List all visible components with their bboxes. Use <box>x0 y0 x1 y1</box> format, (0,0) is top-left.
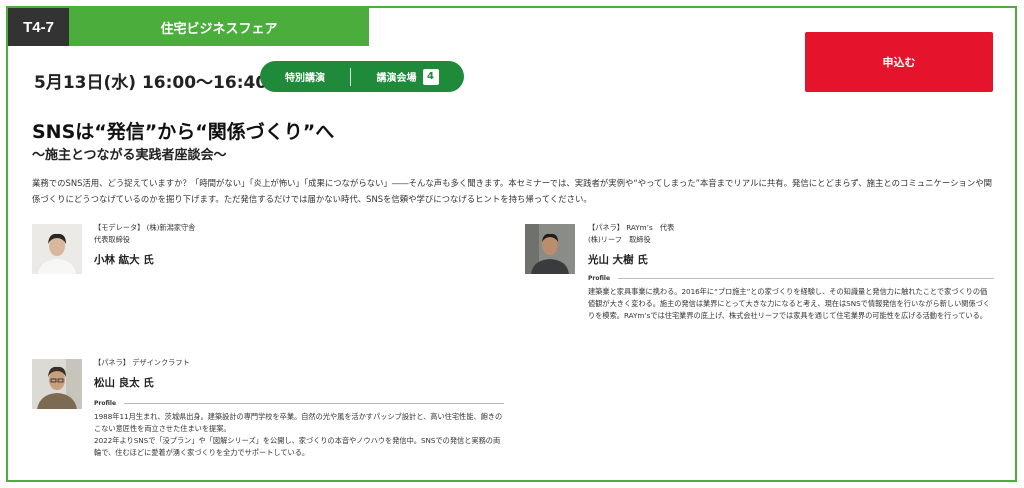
apply-button[interactable]: 申込む <box>805 32 993 92</box>
fair-name-badge: 住宅ビジネスフェア <box>69 8 369 46</box>
hall-label: 講演会場 <box>376 73 417 84</box>
profile-label: Profile <box>94 400 117 407</box>
speaker-photo-kobayashi <box>32 224 82 274</box>
speaker-matsuyama: 【パネラ】 デザインクラフト 松山 良太 氏 <box>94 357 504 390</box>
speaker-photo-mitsuyama <box>525 224 575 274</box>
speaker-bio: 1988年11月生まれ、茨城県出身。建築設計の専門学校を卒業。自然の光や風を活か… <box>94 412 503 433</box>
seminar-description: 業務でのSNS活用、どう捉えていますか？「時間がない」「炎上が怖い」「成果につな… <box>32 178 992 204</box>
speaker-bio: 建築業と家具事業に携わる。2016年に“プロ施主”との家づくりを経験し、その知識… <box>588 287 991 320</box>
speaker-title: (株)リーフ 取締役 <box>588 235 651 244</box>
profile-divider <box>618 278 994 279</box>
session-code-badge: T4-7 <box>8 8 69 46</box>
speaker-kobayashi: 【モデレータ】 (株)新潟家守舎 代表取締役 小林 紘大 氏 <box>94 222 394 267</box>
profile-header: Profile <box>588 275 994 282</box>
speaker-bio: 2022年よりSNSで「没プラン」や「図解シリーズ」を公開し、家づくりの本音やノ… <box>94 436 501 457</box>
session-header: T4-7 住宅ビジネスフェア <box>8 8 369 46</box>
seminar-title: SNSは“発信”から“関係づくり”へ <box>32 121 335 143</box>
session-datetime: 5月13日(水) 16:00〜16:40 <box>34 73 268 93</box>
session-type-label: 特別講演 <box>285 73 325 84</box>
person-portrait-icon <box>32 359 82 409</box>
speaker-name: 光山 大樹 氏 <box>588 254 648 266</box>
profile-divider <box>124 403 504 404</box>
speaker-name: 松山 良太 氏 <box>94 377 154 389</box>
seminar-card: T4-7 住宅ビジネスフェア 5月13日(水) 16:00〜16:40 特別講演… <box>6 6 1017 482</box>
speaker-matsuyama-profile: Profile 1988年11月生まれ、茨城県出身。建築設計の専門学校を卒業。自… <box>94 400 504 459</box>
hall-number-badge: 4 <box>422 68 439 85</box>
profile-label: Profile <box>588 275 611 282</box>
person-portrait-icon <box>525 224 575 274</box>
speaker-name: 小林 紘大 氏 <box>94 254 154 266</box>
session-type-pill: 特別講演 講演会場 4 <box>260 61 464 92</box>
speaker-role: 【パネラ】 デザインクラフト <box>94 358 190 367</box>
speaker-role: 【モデレータ】 (株)新潟家守舎 <box>94 223 196 232</box>
speaker-mitsuyama: 【パネラ】 RAYm’s 代表 (株)リーフ 取締役 光山 大樹 氏 Profi… <box>588 222 994 322</box>
speaker-role: 【パネラ】 RAYm’s 代表 <box>588 223 675 232</box>
seminar-subtitle: 〜施主とつながる実践者座談会〜 <box>32 148 227 163</box>
profile-header: Profile <box>94 400 504 407</box>
hall-info: 講演会場 4 <box>351 68 464 85</box>
person-portrait-icon <box>32 224 82 274</box>
speaker-photo-matsuyama <box>32 359 82 409</box>
speaker-title: 代表取締役 <box>94 235 130 244</box>
pill-divider <box>350 67 351 86</box>
